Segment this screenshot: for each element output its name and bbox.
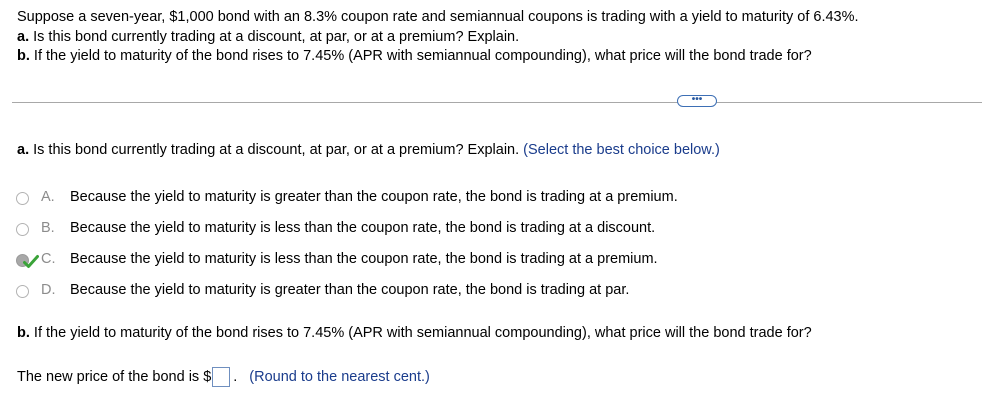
checkmark-icon	[23, 255, 39, 268]
part-a-question: Is this bond currently trading at a disc…	[29, 142, 520, 158]
choice-text: Because the yield to maturity is less th…	[70, 251, 658, 267]
choice-c[interactable]: C. Because the yield to maturity is less…	[16, 251, 678, 282]
answer-prefix: The new price of the bond is $	[17, 369, 212, 385]
choice-list: A. Because the yield to maturity is grea…	[16, 189, 678, 313]
divider-line	[12, 102, 982, 103]
section-divider: •••	[12, 94, 982, 107]
radio-button[interactable]	[16, 285, 29, 298]
part-a-text: Is this bond currently trading at a disc…	[29, 28, 520, 45]
choice-d[interactable]: D. Because the yield to maturity is grea…	[16, 282, 678, 313]
part-b-marker: b.	[17, 48, 30, 64]
rounding-hint: (Round to the nearest cent.)	[249, 369, 430, 385]
ellipsis-icon: •••	[691, 93, 703, 105]
radio-button[interactable]	[16, 192, 29, 205]
radio-button[interactable]	[16, 223, 29, 236]
part-b-question: If the yield to maturity of the bond ris…	[29, 325, 812, 341]
choice-letter: C.	[41, 251, 56, 267]
choice-a[interactable]: A. Because the yield to maturity is grea…	[16, 189, 678, 220]
choice-text: Because the yield to maturity is greater…	[70, 189, 678, 205]
part-a-prompt: a. Is this bond currently trading at a d…	[17, 142, 720, 158]
question-part-b: b. If the yield to maturity of the bond …	[17, 47, 859, 67]
choice-text: Because the yield to maturity is greater…	[70, 282, 630, 298]
answer-suffix: .	[233, 369, 238, 385]
choice-b[interactable]: B. Because the yield to maturity is less…	[16, 220, 678, 251]
part-b-text: If the yield to maturity of the bond ris…	[29, 48, 812, 64]
radio-button-selected[interactable]	[16, 254, 39, 268]
choice-text: Because the yield to maturity is less th…	[70, 220, 656, 236]
price-answer-input[interactable]	[212, 367, 231, 387]
question-statement: Suppose a seven-year, $1,000 bond with a…	[17, 8, 859, 67]
part-a-marker: a.	[17, 28, 30, 45]
question-part-a: a. Is this bond currently trading at a d…	[17, 28, 859, 48]
part-b-label: b.	[17, 325, 30, 341]
part-b-prompt: b. If the yield to maturity of the bond …	[17, 325, 812, 341]
expand-button[interactable]: •••	[677, 93, 717, 107]
choice-letter: B.	[41, 220, 55, 236]
choice-letter: D.	[41, 282, 56, 298]
part-a-hint: (Select the best choice below.)	[523, 142, 720, 158]
question-intro: Suppose a seven-year, $1,000 bond with a…	[17, 9, 859, 25]
part-a-label: a.	[17, 142, 30, 158]
choice-letter: A.	[41, 189, 55, 205]
answer-line: The new price of the bond is $ . (Round …	[17, 367, 430, 387]
